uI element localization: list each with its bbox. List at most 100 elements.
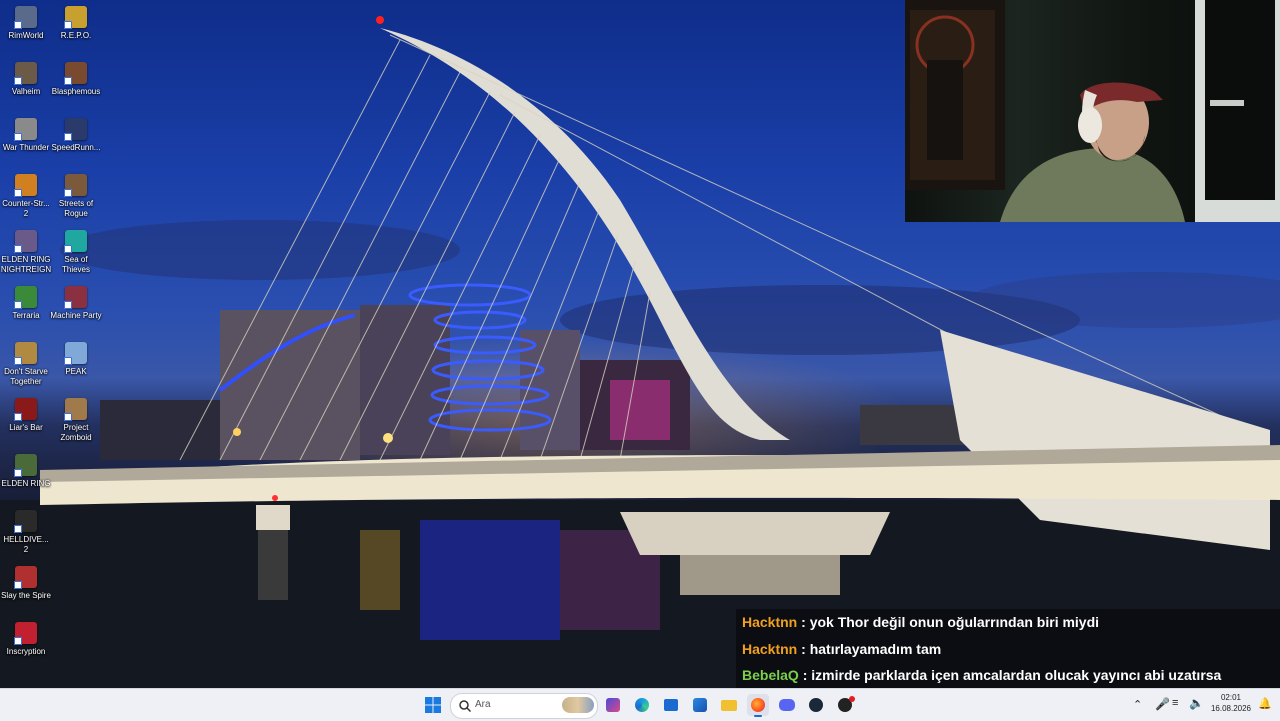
volume-icon[interactable]: 🔈 [1189,696,1204,710]
firefox-button[interactable] [747,694,769,717]
desktop-shortcut-valheim[interactable]: Valheim [0,62,52,97]
desktop-shortcut-slay-the-spire[interactable]: Slay the Spire [0,566,52,601]
rimworld-icon [14,6,37,29]
clock[interactable]: 02:01 16.08.2026 [1208,693,1254,717]
desktop-shortcut-label: Blasphemous [51,87,101,96]
war-thunder-icon [14,118,37,141]
elden-ring-icon [14,454,37,477]
widgets-icon [606,698,620,712]
chat-text: hatırlayamadım tam [809,640,942,657]
file-explorer-button[interactable] [718,694,740,716]
search-icon [459,700,472,713]
webcam-feed [905,0,1280,222]
chat-separator: : [798,667,812,683]
chevron-up-icon[interactable]: ⌃ [1133,698,1142,711]
taskbar-search-box[interactable]: Ara [450,693,598,719]
desktop-shortcut-helldivers[interactable]: HELLDIVE... 2 [0,510,52,555]
chat-username: BebelaQ [742,667,799,683]
terraria-icon [14,286,37,309]
discord-button[interactable] [776,694,798,716]
network-icon[interactable]: ≡ [1172,697,1178,709]
file-explorer-icon [721,700,737,711]
desktop-shortcut-rimworld[interactable]: RimWorld [0,6,52,41]
desktop-shortcut-peak[interactable]: PEAK [50,342,102,377]
chat-message: Hacktnn : hatırlayamadım tam [736,635,1280,662]
chat-username: Hacktnn [742,614,798,630]
streets-of-rogue-icon [64,174,87,197]
desktop-shortcut-speedrunners[interactable]: SpeedRunn... [50,118,102,153]
desktop-shortcut-label: Don't Starve Together [4,367,48,386]
discord-icon [779,699,795,711]
start-button[interactable] [422,694,444,716]
desktop-shortcut-elden-ring[interactable]: ELDEN RING [0,454,52,489]
desktop-shortcut-terraria[interactable]: Terraria [0,286,52,321]
desktop-shortcut-label: Slay the Spire [1,591,51,600]
firefox-icon [751,698,765,712]
store-icon [664,699,678,711]
desktop-shortcut-label: HELLDIVE... 2 [3,535,49,554]
liars-bar-icon [14,398,37,421]
valheim-icon [14,62,37,85]
chat-separator: : [797,640,810,657]
desktop-shortcut-label: RimWorld [8,31,44,40]
chat-separator: : [797,614,810,630]
widgets-button[interactable] [602,694,624,716]
chat-message: Hacktnn : yok Thor değil onun oğularrınd… [736,609,1280,636]
desktop-shortcut-label: Machine Party [50,311,102,320]
desktop-shortcut-counter-strike[interactable]: Counter-Str... 2 [0,174,52,219]
peak-icon [64,342,87,365]
notification-badge [849,696,855,702]
clock-date: 16.08.2026 [1210,704,1252,713]
desktop-shortcut-dont-starve-together[interactable]: Don't Starve Together [0,342,52,387]
desktop-shortcut-label: Valheim [11,87,41,96]
chat-text: izmirde parklarda içen amcalardan olucak… [811,667,1222,683]
desktop-shortcut-label: PEAK [65,367,87,376]
steam-icon [809,698,823,712]
desktop-shortcut-label: Terraria [12,311,40,320]
chat-message: BebelaQ : izmirde parklarda içen amcalar… [736,662,1280,689]
inscryption-icon [14,622,37,645]
desktop-shortcut-repo[interactable]: R.E.P.O. [50,6,102,41]
search-highlight-icon [562,697,594,713]
desktop-shortcut-label: Project Zomboid [60,423,92,442]
desktop-shortcut-label: SpeedRunn... [51,143,101,152]
game-launcher-button[interactable] [834,694,856,716]
desktop-shortcut-label: ELDEN RING NIGHTREIGN [0,255,52,274]
chat-username: Hacktnn [742,640,798,657]
desktop-shortcut-sea-of-thieves[interactable]: Sea of Thieves [50,230,102,275]
desktop-shortcut-label: R.E.P.O. [60,31,92,40]
edge-button[interactable] [631,694,653,716]
desktop-shortcut-label: War Thunder [2,143,50,152]
dont-starve-icon [14,342,37,365]
store-button[interactable] [660,694,682,716]
desktop-shortcut-label: Sea of Thieves [61,255,90,274]
counter-strike-icon [14,174,37,197]
notification-bell-icon[interactable]: 🔔 [1258,697,1272,710]
desktop-shortcut-inscryption[interactable]: Inscryption [0,622,52,657]
desktop-shortcut-label: Streets of Rogue [58,199,94,218]
desktop-shortcut-streets-of-rogue[interactable]: Streets of Rogue [50,174,102,219]
clock-time: 02:01 [1220,693,1242,702]
slay-the-spire-icon [14,566,37,589]
webcam-overlay [905,0,1280,222]
steam-button[interactable] [805,694,827,716]
desktop-shortcut-label: Liar's Bar [9,423,43,432]
repo-icon [64,6,87,29]
outlook-button[interactable] [689,694,711,716]
desktop-shortcut-label: ELDEN RING [1,479,51,488]
chat-overlay: Hacktnn : yok Thor değil onun oğularrınd… [736,609,1280,689]
search-placeholder: Ara [475,699,491,710]
desktop-shortcut-war-thunder[interactable]: War Thunder [0,118,52,153]
desktop-shortcut-project-zomboid[interactable]: Project Zomboid [50,398,102,443]
desktop-shortcut-liars-bar[interactable]: Liar's Bar [0,398,52,433]
desktop-shortcut-blasphemous[interactable]: Blasphemous [50,62,102,97]
microphone-icon[interactable]: 🎤 [1155,697,1170,711]
taskbar: Ara ⌃ 🎤 ≡ 🔈 02:01 16.08.2026 🔔 [0,688,1280,721]
project-zomboid-icon [64,398,87,421]
windows-start-icon [425,697,441,713]
desktop-shortcut-machine-party[interactable]: Machine Party [50,286,102,321]
desktop-shortcut-elden-ring-nightreign[interactable]: ELDEN RING NIGHTREIGN [0,230,52,275]
desktop-shortcut-label: Counter-Str... 2 [2,199,50,218]
helldivers-icon [14,510,37,533]
sea-of-thieves-icon [64,230,87,253]
